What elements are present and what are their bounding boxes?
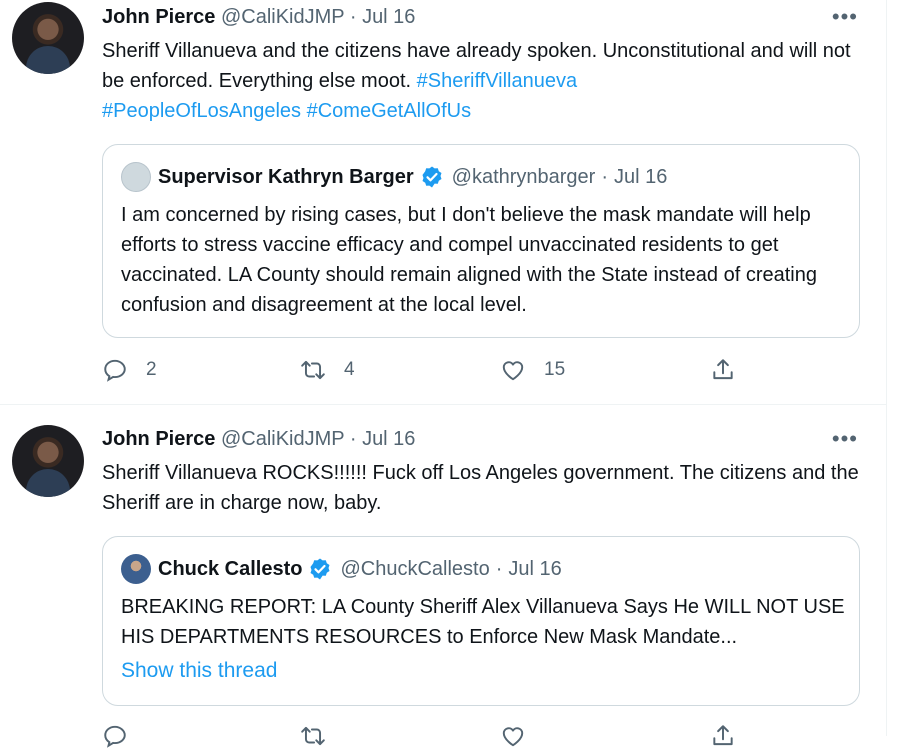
quoted-author-name: Chuck Callesto — [158, 557, 303, 580]
verified-badge-icon — [310, 558, 330, 580]
more-options-icon[interactable]: ••• — [832, 428, 858, 450]
verified-badge-icon — [422, 166, 442, 188]
separator-dot: · — [601, 165, 609, 188]
reply-button[interactable] — [102, 723, 146, 749]
quoted-tweet-text: BREAKING REPORT: LA County Sheriff Alex … — [121, 596, 845, 648]
tweet-actions — [102, 723, 762, 753]
hashtag-link[interactable]: #SheriffVillanueva — [417, 70, 578, 92]
like-count: 15 — [544, 359, 566, 380]
show-thread-link[interactable]: Show this thread — [121, 659, 277, 683]
like-icon — [502, 727, 524, 747]
separator-dot: · — [349, 6, 357, 28]
quoted-avatar — [121, 162, 151, 192]
tweet-header: John Pierce @CaliKidJMP · Jul 16 — [102, 6, 415, 32]
share-button[interactable] — [710, 357, 754, 383]
like-icon — [502, 361, 524, 381]
retweet-button[interactable] — [300, 723, 344, 749]
quoted-author-handle: @kathrynbarger — [451, 165, 596, 188]
retweet-icon — [301, 726, 325, 746]
quoted-tweet-header: Supervisor Kathryn Barger @kathrynbarger… — [121, 162, 668, 192]
share-icon — [713, 725, 733, 746]
share-button[interactable] — [710, 723, 754, 749]
like-button[interactable]: 15 — [500, 357, 565, 383]
separator-dot: · — [349, 428, 357, 450]
hashtag-link[interactable]: #ComeGetAllOfUs — [307, 100, 472, 122]
quoted-date: Jul 16 — [508, 557, 562, 580]
tweet-actions: 2 4 15 — [102, 357, 762, 387]
tweet-date[interactable]: Jul 16 — [362, 428, 415, 450]
tweet-2[interactable]: John Pierce @CaliKidJMP · Jul 16 ••• She… — [0, 405, 886, 748]
reply-icon — [104, 725, 126, 748]
reply-icon — [104, 359, 126, 382]
share-icon — [713, 359, 733, 380]
hashtag-link[interactable]: #PeopleOfLosAngeles — [102, 100, 301, 122]
tweet-text: Sheriff Villanueva ROCKS!!!!!! Fuck off … — [102, 462, 859, 514]
quoted-tweet[interactable]: Chuck Callesto @ChuckCallesto · Jul 16 B… — [102, 536, 860, 706]
tweet-1[interactable]: John Pierce @CaliKidJMP · Jul 16 ••• She… — [0, 0, 886, 404]
retweet-count: 4 — [344, 359, 355, 380]
separator-dot: · — [495, 557, 503, 580]
author-name[interactable]: John Pierce — [102, 6, 215, 28]
tweet-date[interactable]: Jul 16 — [362, 6, 415, 28]
author-handle[interactable]: @CaliKidJMP — [221, 428, 344, 450]
tweet-header: John Pierce @CaliKidJMP · Jul 16 — [102, 428, 415, 454]
avatar[interactable] — [12, 425, 84, 497]
quoted-tweet[interactable]: Supervisor Kathryn Barger @kathrynbarger… — [102, 144, 860, 338]
retweet-button[interactable]: 4 — [300, 357, 355, 383]
quoted-avatar — [121, 554, 151, 584]
retweet-icon — [301, 360, 325, 380]
quoted-author-handle: @ChuckCallesto — [340, 557, 490, 580]
quoted-date: Jul 16 — [614, 165, 668, 188]
timeline-feed: John Pierce @CaliKidJMP · Jul 16 ••• She… — [0, 0, 887, 748]
quoted-author-name: Supervisor Kathryn Barger — [158, 165, 414, 188]
avatar[interactable] — [12, 2, 84, 74]
reply-count: 2 — [146, 359, 157, 380]
author-name[interactable]: John Pierce — [102, 428, 215, 450]
tweet-text: Sheriff Villanueva and the citizens have… — [102, 36, 862, 126]
author-handle[interactable]: @CaliKidJMP — [221, 6, 344, 28]
quoted-tweet-text: I am concerned by rising cases, but I do… — [121, 204, 817, 316]
quoted-tweet-header: Chuck Callesto @ChuckCallesto · Jul 16 — [121, 554, 562, 584]
like-button[interactable] — [500, 723, 544, 749]
reply-button[interactable]: 2 — [102, 357, 157, 383]
more-options-icon[interactable]: ••• — [832, 6, 858, 28]
